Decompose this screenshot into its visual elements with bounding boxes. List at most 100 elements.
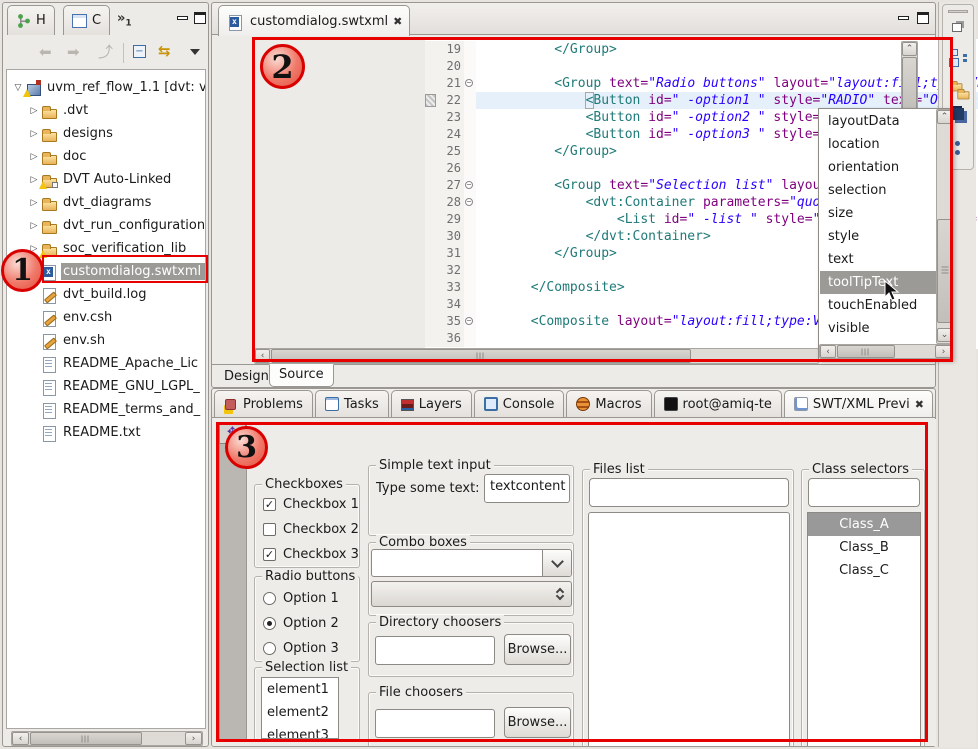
selection-list[interactable]: element1element2element3	[261, 677, 339, 739]
editor-hscroll-left[interactable]: ‹	[255, 349, 270, 363]
up-button[interactable]: ⤴	[98, 43, 113, 61]
autocomplete-item[interactable]: layoutData	[820, 110, 937, 133]
autocomplete-item[interactable]: size	[820, 202, 937, 225]
autocomplete-item[interactable]: selection	[820, 179, 937, 202]
linked-folder-icon-2[interactable]	[957, 87, 970, 100]
bottom-tab-problems[interactable]: Problems	[214, 390, 313, 417]
checkbox-row[interactable]: ✓Checkbox 3	[263, 545, 359, 563]
maximize-view-button[interactable]	[194, 12, 206, 24]
tab-c[interactable]: C	[63, 5, 110, 35]
bottom-tab-root-amiq-te[interactable]: root@amiq-te	[654, 390, 782, 417]
explorer-hscroll-thumb[interactable]	[30, 732, 142, 745]
text-input-field[interactable]: textcontent	[484, 474, 570, 503]
view-menu-chevron[interactable]	[190, 49, 200, 55]
fold-collapse-icon[interactable]: −	[465, 198, 473, 206]
tree-item[interactable]: customdialog.swtxml	[7, 260, 205, 283]
dots-view-icon[interactable]	[955, 141, 960, 146]
autocomplete-item[interactable]: touchEnabled	[820, 294, 937, 317]
class-list-item[interactable]: Class_B	[808, 536, 920, 559]
editor-tab-customdialog[interactable]: customdialog.swtxml ✖	[218, 5, 410, 36]
stacked-view-icon[interactable]	[952, 108, 964, 120]
back-button[interactable]: ⬅	[39, 43, 52, 61]
directory-browse-button[interactable]: Browse...	[504, 634, 571, 665]
tab-overflow-chevron[interactable]: »1	[117, 11, 132, 29]
combo-spinner-buttons[interactable]	[550, 583, 570, 605]
fold-collapse-icon[interactable]: −	[465, 317, 473, 325]
autocomplete-vscroll-thumb[interactable]	[937, 219, 952, 323]
restore-views-icon[interactable]	[952, 23, 962, 32]
bottom-tab-swt-xml-previ[interactable]: SWT/XML Previ✖	[784, 390, 933, 417]
tree-item[interactable]: ▷DVT Auto-Linked	[7, 168, 205, 191]
code-line[interactable]: 21−<Group text="Radio buttons" layout="l…	[425, 75, 978, 92]
tree-item[interactable]: ▷.dvt	[7, 99, 205, 122]
source-tab[interactable]: Source	[269, 364, 334, 387]
forward-button[interactable]: ➡	[67, 43, 80, 61]
radio-row[interactable]: Option 2	[263, 614, 339, 632]
autocomplete-vscroll-down[interactable]: ⌄	[937, 328, 952, 342]
tree-item[interactable]: ▷soc_verification_lib	[7, 237, 205, 260]
autocomplete-item[interactable]: toolTipText	[820, 271, 937, 294]
checkbox-unchecked-icon[interactable]	[263, 523, 276, 536]
editor-vscroll-up[interactable]: ⌃	[902, 42, 917, 56]
file-path-field[interactable]	[375, 709, 495, 738]
collapsed-arrow-icon[interactable]: ▷	[27, 198, 41, 208]
code-line[interactable]: 19</Group>	[425, 41, 978, 58]
editor-vscroll-thumb[interactable]	[902, 57, 917, 111]
tab-hierarchy[interactable]: H	[7, 5, 55, 35]
radio-selected-icon[interactable]	[263, 617, 276, 630]
tree-item[interactable]: README_GNU_LGPL_	[7, 375, 205, 398]
radio-row[interactable]: Option 3	[263, 639, 339, 657]
editor-tab-close-icon[interactable]: ✖	[393, 15, 401, 28]
autocomplete-vscroll-up[interactable]: ⌃	[937, 110, 952, 124]
file-browse-button[interactable]: Browse...	[504, 707, 571, 738]
autocomplete-hscroll-thumb[interactable]	[837, 345, 895, 358]
collapsed-arrow-icon[interactable]: ▷	[27, 221, 41, 231]
radio-row[interactable]: Option 1	[263, 589, 339, 607]
drag-handle[interactable]	[948, 10, 968, 13]
autocomplete-item[interactable]: text	[820, 248, 937, 271]
tree-item[interactable]: ▽uvm_ref_flow_1.1 [dvt: v	[7, 76, 205, 99]
checkbox-row[interactable]: ✓Checkbox 1	[263, 495, 359, 513]
tree-item[interactable]: dvt_build.log	[7, 283, 205, 306]
selection-list-item[interactable]: element3	[262, 724, 338, 739]
tree-item[interactable]: README_Apache_Lic	[7, 352, 205, 375]
explorer-hscroll-right[interactable]: ›	[185, 732, 202, 745]
link-with-editor-icon[interactable]: ⇆	[158, 42, 171, 60]
class-filter-field[interactable]	[808, 478, 920, 507]
autocomplete-item[interactable]: style	[820, 225, 937, 248]
bottom-tab-layers[interactable]: Layers	[391, 390, 472, 417]
bottom-tab-macros[interactable]: Macros	[566, 390, 651, 417]
class-list[interactable]: Class_AClass_BClass_C	[807, 512, 921, 746]
files-filter-field[interactable]	[589, 478, 789, 507]
autocomplete-item[interactable]: visible	[820, 317, 937, 340]
collapsed-arrow-icon[interactable]: ▷	[27, 106, 41, 116]
tree-item[interactable]: README.txt	[7, 421, 205, 444]
checkbox-checked-icon[interactable]: ✓	[263, 498, 276, 511]
radio-unselected-icon[interactable]	[263, 592, 276, 605]
radio-unselected-icon[interactable]	[263, 642, 276, 655]
checkbox-row[interactable]: Checkbox 2	[263, 520, 359, 538]
editor-hscroll-thumb[interactable]	[271, 349, 691, 363]
directory-path-field[interactable]	[375, 636, 495, 665]
collapsed-arrow-icon[interactable]: ▷	[27, 152, 41, 162]
class-list-item[interactable]: Class_A	[808, 513, 920, 536]
collapsed-arrow-icon[interactable]: ▷	[27, 129, 41, 139]
combo-readonly[interactable]	[371, 581, 572, 607]
tree-item[interactable]: ▷dvt_run_configurations	[7, 214, 205, 237]
minimize-view-button[interactable]	[177, 16, 188, 20]
class-list-item[interactable]: Class_C	[808, 559, 920, 582]
fold-collapse-icon[interactable]: −	[465, 79, 473, 87]
code-line[interactable]: 20	[425, 58, 978, 75]
tree-item[interactable]: env.sh	[7, 329, 205, 352]
editor-minimize-button[interactable]	[898, 16, 909, 20]
outline-view-icon[interactable]	[950, 49, 958, 56]
collapse-all-icon[interactable]: −	[133, 45, 146, 58]
code-line[interactable]: 22<Button id=" -option1 " style="RADIO" …	[425, 92, 978, 109]
combo-dropdown-button[interactable]	[542, 550, 571, 576]
tree-item[interactable]: ▷doc	[7, 145, 205, 168]
files-list[interactable]	[588, 512, 790, 746]
design-tab[interactable]: Design	[216, 367, 277, 386]
autocomplete-hscroll-right[interactable]: ›	[935, 345, 952, 358]
editor-maximize-button[interactable]	[917, 12, 929, 24]
tree-item[interactable]: env.csh	[7, 306, 205, 329]
